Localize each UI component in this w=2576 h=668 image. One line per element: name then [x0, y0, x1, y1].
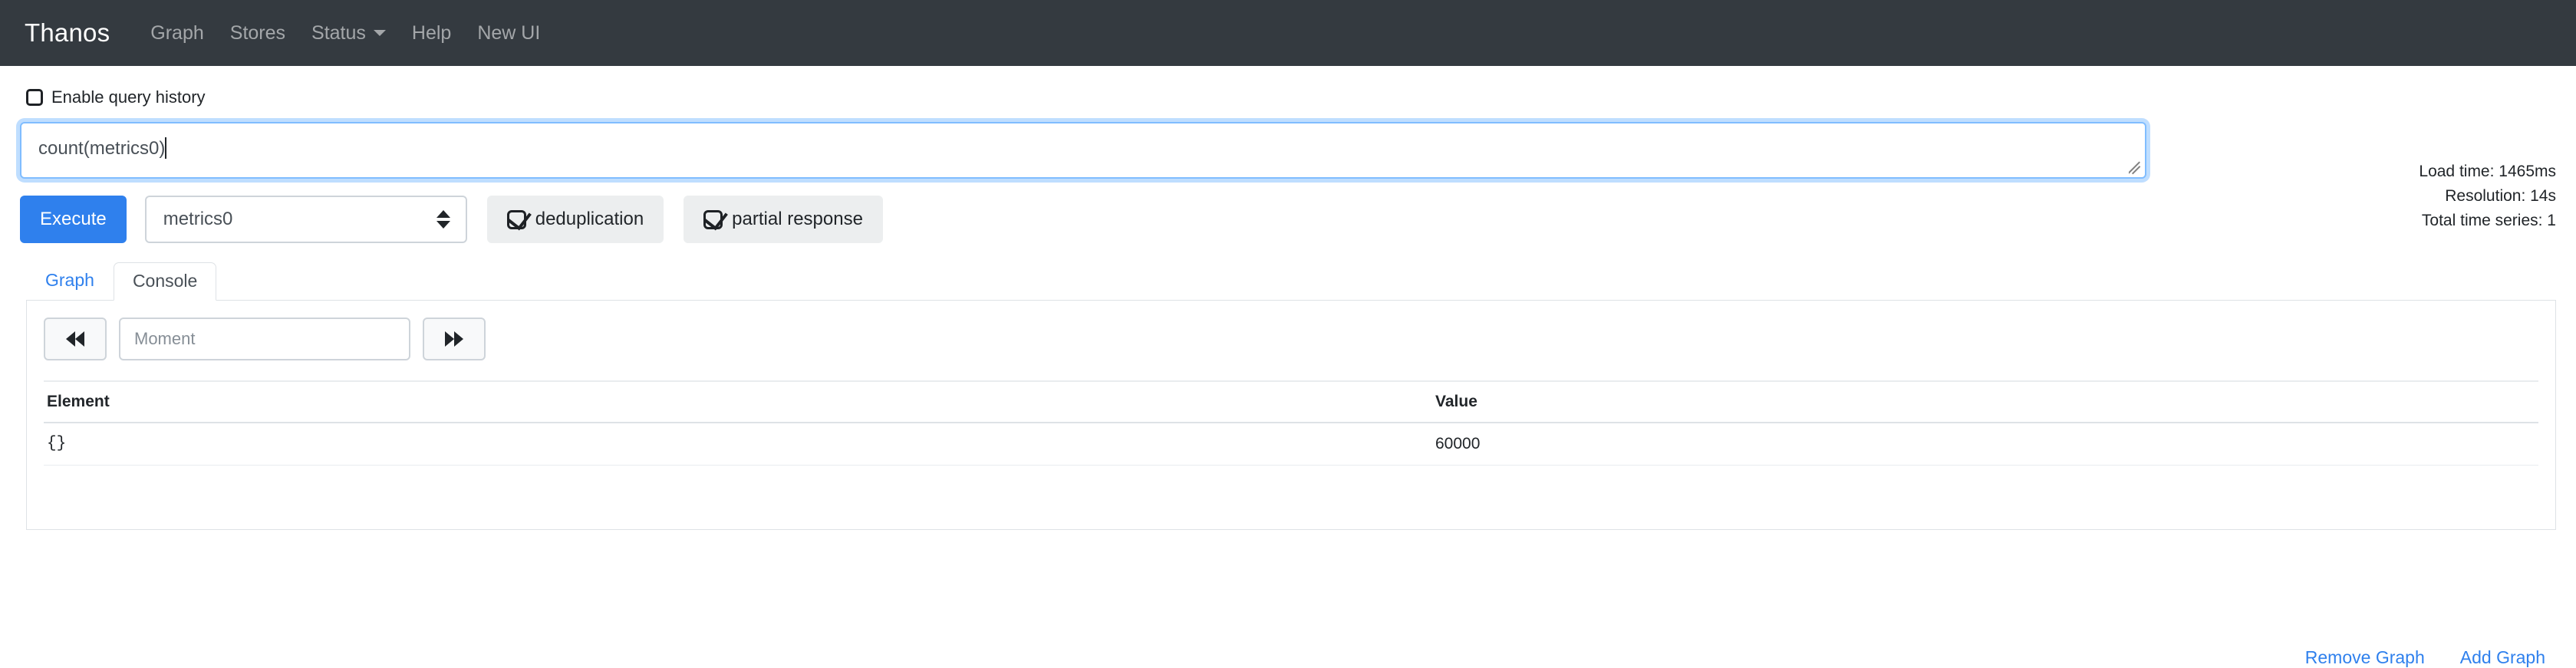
nav-link-help-label: Help — [411, 21, 452, 44]
moment-input[interactable] — [119, 318, 410, 360]
tab-console[interactable]: Console — [113, 262, 217, 301]
select-spinner-icon — [436, 210, 450, 229]
column-header-element: Element — [44, 380, 1432, 423]
table-header-row: Element Value — [44, 380, 2538, 423]
deduplication-toggle[interactable]: deduplication — [486, 196, 664, 243]
nav-link-new-ui[interactable]: New UI — [464, 22, 553, 44]
brand-logo[interactable]: Thanos — [25, 18, 110, 48]
table-row: {} 60000 — [44, 423, 2538, 466]
partial-response-label: partial response — [732, 209, 863, 229]
nav-link-new-ui-label: New UI — [477, 21, 541, 44]
nav-link-status[interactable]: Status — [298, 22, 399, 44]
execute-button[interactable]: Execute — [20, 196, 127, 243]
enable-query-history-label: Enable query history — [51, 87, 206, 107]
resize-handle-icon[interactable] — [2129, 161, 2143, 175]
text-cursor-icon — [165, 137, 167, 159]
enable-query-history-row[interactable]: Enable query history — [26, 66, 2556, 107]
chevron-down-icon — [373, 30, 386, 36]
time-navigation-row — [44, 318, 2538, 360]
result-table: Element Value {} 60000 — [44, 380, 2538, 466]
page-body: Load time: 1465ms Resolution: 14s Total … — [0, 66, 2576, 667]
store-select-value: metrics0 — [163, 209, 233, 229]
query-input-value: count(metrics0) — [38, 138, 166, 159]
graph-actions: Remove Graph Add Graph — [2305, 647, 2545, 668]
check-square-icon — [703, 209, 723, 229]
double-chevron-left-icon — [66, 331, 84, 347]
double-chevron-right-icon — [445, 331, 463, 347]
top-navbar: Thanos Graph Stores Status Help New UI — [0, 0, 2576, 66]
check-square-icon — [506, 209, 526, 229]
store-select[interactable]: metrics0 — [144, 196, 467, 243]
tab-graph[interactable]: Graph — [26, 262, 114, 300]
result-table-body: {} 60000 — [44, 423, 2538, 466]
nav-link-graph[interactable]: Graph — [137, 22, 216, 44]
query-input[interactable]: count(metrics0) — [20, 122, 2146, 179]
stat-resolution: Resolution: 14s — [2445, 186, 2556, 205]
time-step-back-button[interactable] — [44, 318, 107, 360]
nav-link-stores-label: Stores — [229, 21, 286, 44]
nav-link-stores[interactable]: Stores — [217, 22, 298, 44]
stat-total-time-series: Total time series: 1 — [2421, 211, 2556, 229]
cell-value: 60000 — [1432, 423, 2538, 466]
nav-link-graph-label: Graph — [150, 21, 204, 44]
cell-element: {} — [44, 423, 1432, 466]
query-area: count(metrics0) — [20, 122, 2556, 179]
remove-graph-link[interactable]: Remove Graph — [2305, 647, 2425, 668]
deduplication-label: deduplication — [535, 209, 644, 229]
checkbox-icon-unchecked[interactable] — [26, 89, 43, 106]
time-step-forward-button[interactable] — [423, 318, 486, 360]
nav-link-status-label: Status — [311, 21, 366, 44]
execute-controls-row: Execute metrics0 deduplication partial r… — [20, 196, 2556, 243]
nav-link-help[interactable]: Help — [399, 22, 464, 44]
partial-response-toggle[interactable]: partial response — [684, 196, 883, 243]
add-graph-link[interactable]: Add Graph — [2460, 647, 2545, 668]
console-panel: Element Value {} 60000 — [26, 300, 2556, 530]
navbar-links: Graph Stores Status Help New UI — [137, 22, 553, 44]
column-header-value: Value — [1432, 380, 2538, 423]
result-table-head: Element Value — [44, 380, 2538, 423]
result-tabs: Graph Console — [26, 262, 2556, 301]
